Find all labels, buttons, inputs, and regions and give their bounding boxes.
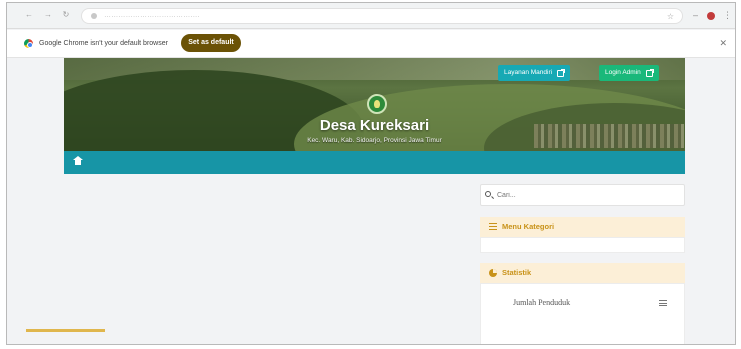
statistik-body [480, 283, 685, 344]
pie-chart-icon [489, 269, 497, 277]
external-link-icon [557, 68, 566, 77]
chrome-logo-icon [24, 39, 33, 48]
minimize-icon[interactable]: – [693, 11, 698, 20]
browser-window: ← → ↻ …………………………………. ☆ – ⋮ Google Chrome… [6, 2, 736, 345]
browser-toolbar: ← → ↻ …………………………………. ☆ – ⋮ [7, 3, 735, 29]
layanan-mandiri-button[interactable]: Layanan Mandiri [498, 65, 571, 81]
page-load-indicator [26, 329, 105, 332]
jumlah-penduduk-label: Jumlah Penduduk [513, 298, 571, 307]
reload-icon[interactable]: ↻ [62, 11, 70, 19]
menu-kategori-header: Menu Kategori [480, 217, 685, 237]
main-navigation [64, 151, 685, 174]
infobar-message: Google Chrome isn't your default browser [39, 40, 168, 47]
url-text: …………………………………. [104, 12, 200, 19]
site-subtitle: Kec. Waru, Kab. Sidoarjo, Provinsi Jawa … [307, 137, 442, 144]
bookmark-star-icon[interactable]: ☆ [667, 12, 674, 21]
close-icon[interactable]: ✕ [719, 38, 727, 49]
hero-banner: Layanan Mandiri Login Admin Desa Kureksa… [64, 58, 685, 151]
default-browser-infobar: Google Chrome isn't your default browser… [7, 30, 735, 58]
site-title[interactable]: Desa Kureksari [64, 117, 685, 134]
search-input[interactable] [480, 184, 685, 206]
search-icon [485, 191, 491, 197]
layanan-mandiri-label: Layanan Mandiri [504, 69, 553, 76]
window-menu-icon[interactable]: ⋮ [723, 11, 732, 20]
login-admin-button[interactable]: Login Admin [599, 65, 659, 81]
statistik-header: Statistik [480, 263, 685, 283]
external-link-icon [645, 68, 654, 77]
menu-kategori-body [480, 237, 685, 253]
login-admin-label: Login Admin [605, 69, 641, 76]
home-icon[interactable] [73, 156, 83, 166]
address-bar[interactable]: …………………………………. ☆ [81, 8, 683, 24]
forward-icon[interactable]: → [44, 11, 52, 19]
statistik-title: Statistik [502, 268, 532, 277]
menu-bars-icon[interactable] [659, 300, 667, 306]
village-emblem-icon[interactable] [367, 94, 387, 114]
list-icon [489, 223, 497, 230]
back-icon[interactable]: ← [25, 11, 33, 19]
menu-kategori-title: Menu Kategori [502, 222, 555, 231]
profile-avatar[interactable] [707, 12, 715, 20]
site-info-icon[interactable] [91, 13, 97, 19]
home-body [75, 160, 81, 165]
set-as-default-button[interactable]: Set as default [181, 34, 241, 52]
